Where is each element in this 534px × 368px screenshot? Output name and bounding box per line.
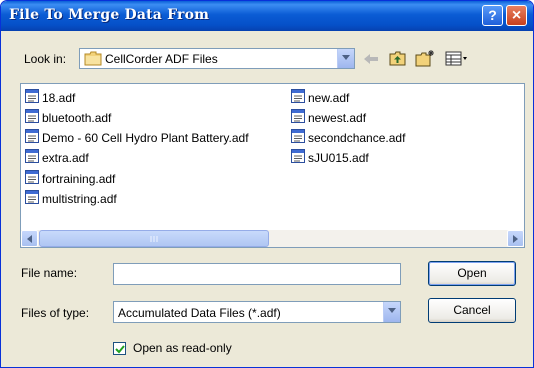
back-arrow-icon[interactable] (363, 52, 379, 72)
file-icon (25, 89, 39, 107)
cancel-button[interactable]: Cancel (428, 298, 516, 323)
file-open-dialog: File To Merge Data From ? × Look in: Cel… (0, 0, 534, 368)
file-item[interactable]: sJU015.adf (291, 149, 369, 165)
file-item[interactable]: secondchance.adf (291, 129, 405, 145)
close-button[interactable]: × (506, 5, 527, 26)
chevron-down-icon[interactable] (383, 302, 400, 322)
file-icon (291, 129, 305, 147)
file-item[interactable]: new.adf (291, 89, 349, 105)
view-menu-icon[interactable] (445, 49, 469, 69)
create-new-folder-icon[interactable] (415, 49, 435, 69)
file-name-label: File name: (21, 266, 78, 280)
file-item[interactable]: multistring.adf (25, 190, 117, 206)
folder-icon (84, 51, 102, 69)
file-item[interactable]: 18.adf (25, 89, 75, 105)
horizontal-scrollbar[interactable] (21, 230, 524, 247)
file-item[interactable]: extra.adf (25, 149, 89, 165)
up-one-level-icon[interactable] (389, 49, 407, 69)
file-item[interactable]: Demo - 60 Cell Hydro Plant Battery.adf (25, 129, 249, 145)
file-icon (25, 190, 39, 208)
window-title: File To Merge Data From (9, 7, 210, 23)
help-button[interactable]: ? (482, 5, 503, 26)
file-icon (25, 109, 39, 127)
chevron-down-icon[interactable] (337, 49, 354, 68)
title-bar[interactable]: File To Merge Data From ? × (1, 1, 533, 31)
file-icon (25, 129, 39, 147)
open-button[interactable]: Open (428, 261, 516, 286)
file-item[interactable]: fortraining.adf (25, 170, 115, 186)
files-of-type-dropdown[interactable]: Accumulated Data Files (*.adf) (113, 301, 401, 323)
scroll-right-icon[interactable] (507, 230, 524, 247)
scroll-thumb[interactable] (39, 230, 269, 247)
scroll-left-icon[interactable] (21, 230, 38, 247)
file-name-input[interactable] (113, 263, 401, 285)
look-in-value: CellCorder ADF Files (105, 52, 218, 66)
file-icon (291, 89, 305, 107)
files-of-type-value: Accumulated Data Files (*.adf) (118, 306, 281, 320)
file-item[interactable]: bluetooth.adf (25, 109, 111, 125)
read-only-checkbox[interactable] (113, 342, 126, 355)
read-only-label: Open as read-only (133, 341, 232, 355)
look-in-label: Look in: (24, 52, 67, 66)
file-item[interactable]: newest.adf (291, 109, 366, 125)
file-icon (25, 170, 39, 188)
file-icon (291, 149, 305, 167)
file-list[interactable]: 18.adf bluetooth.adf Demo - 60 Cell Hydr… (20, 83, 525, 248)
file-icon (291, 109, 305, 127)
file-icon (25, 149, 39, 167)
files-of-type-label: Files of type: (21, 306, 90, 320)
look-in-dropdown[interactable]: CellCorder ADF Files (79, 48, 355, 69)
